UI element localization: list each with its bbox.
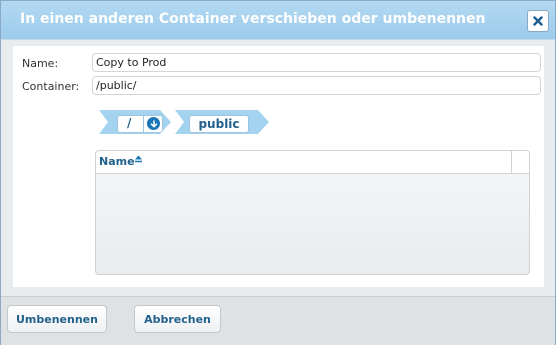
rename-button[interactable]: Umbenennen — [7, 305, 107, 333]
dialog-footer: Umbenennen Abbrechen — [1, 296, 555, 345]
column-separator — [511, 151, 512, 173]
breadcrumb-root-label: / — [127, 116, 132, 130]
breadcrumb-public-pill[interactable]: public — [189, 115, 249, 133]
chevron-down-circle-icon[interactable] — [147, 117, 160, 130]
name-input[interactable] — [92, 53, 541, 72]
breadcrumb-item-public[interactable]: public — [175, 110, 269, 134]
container-input[interactable] — [92, 76, 541, 95]
breadcrumb-public-label: public — [198, 117, 240, 131]
breadcrumb-item-root[interactable]: / — [99, 110, 171, 134]
grid-header: Name — [96, 151, 529, 174]
breadcrumb-divider — [143, 116, 144, 132]
breadcrumb-root-pill[interactable]: / — [117, 115, 163, 133]
close-icon — [533, 16, 543, 26]
chevron-down-icon — [150, 120, 158, 128]
dialog-title: In einen anderen Container verschieben o… — [20, 11, 486, 27]
container-list-grid[interactable]: Name — [95, 150, 530, 275]
cancel-button[interactable]: Abbrechen — [134, 305, 221, 333]
column-header-name[interactable]: Name — [99, 155, 135, 168]
close-button[interactable] — [527, 10, 549, 32]
sort-ascending-icon[interactable] — [134, 155, 143, 165]
move-rename-dialog: In einen anderen Container verschieben o… — [0, 0, 556, 345]
dialog-title-bar[interactable]: In einen anderen Container verschieben o… — [1, 1, 555, 40]
name-label: Name: — [22, 57, 59, 70]
container-label: Container: — [22, 80, 80, 93]
form-panel: Name: Container: / public — [13, 46, 544, 287]
